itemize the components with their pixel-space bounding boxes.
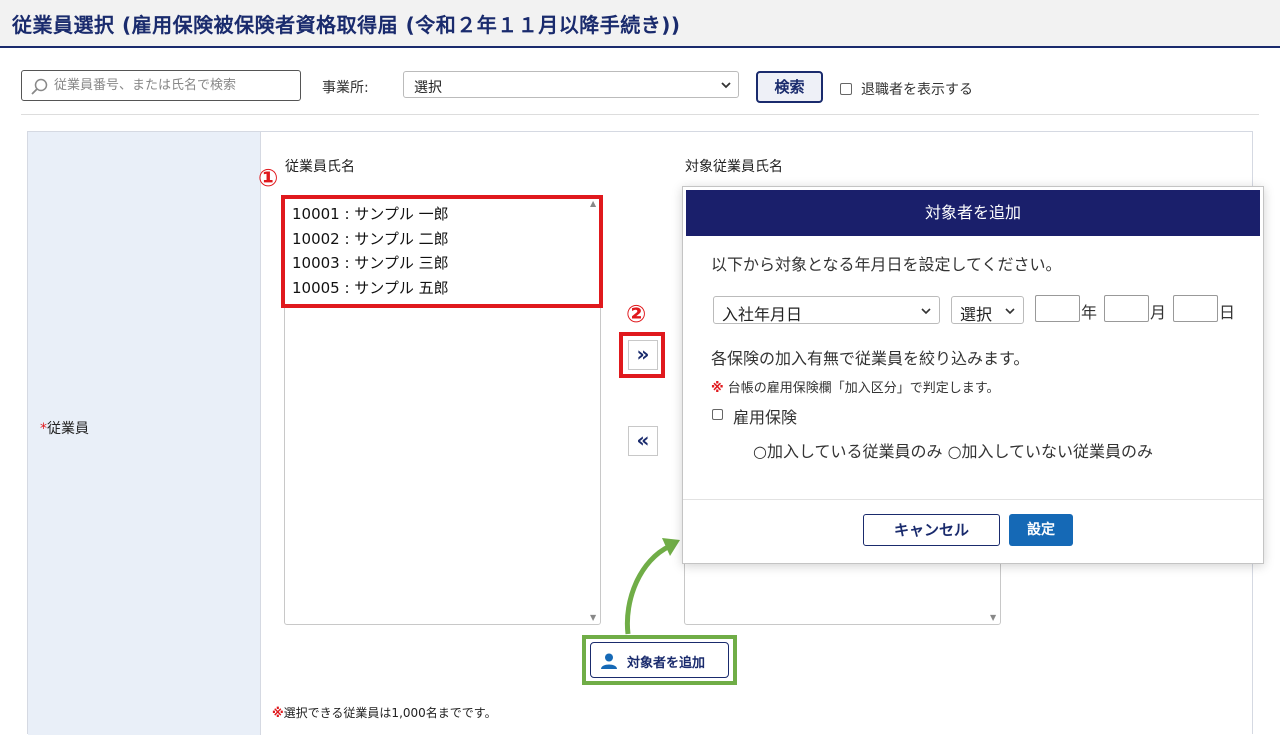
modal-title: 対象者を追加 [686, 190, 1260, 236]
add-target-button-label: 対象者を追加 [627, 656, 706, 671]
date-type-value: 入社年月日 [722, 305, 803, 324]
show-retired-checkbox[interactable] [840, 83, 852, 95]
employment-insurance-label: 雇用保険 [733, 408, 798, 427]
divider [21, 114, 1259, 115]
day-unit: 日 [1219, 303, 1236, 322]
modal-footer-divider [683, 499, 1263, 500]
target-list-header: 対象従業員氏名 [685, 159, 783, 175]
modal-note: ※ 台帳の雇用保険欄「加入区分」で判定します。 [711, 377, 999, 396]
selection-limit-note: ※選択できる従業員は1,000名までです。 [272, 704, 497, 721]
search-button[interactable]: 検索 [756, 71, 823, 103]
arrow-icon [624, 538, 680, 635]
chevron-down-icon [721, 82, 731, 89]
office-select-value: 選択 [414, 80, 442, 96]
radio-enrolled[interactable]: ○加入している従業員のみ [753, 438, 942, 462]
enrollment-radio-group: ○加入している従業員のみ ○加入していない従業員のみ [753, 438, 1153, 462]
annotation-step-2: ② [626, 300, 647, 328]
year-input[interactable] [1035, 295, 1080, 322]
month-input[interactable] [1104, 295, 1149, 322]
annotation-highlight-move-right [619, 332, 665, 378]
search-input[interactable] [52, 74, 294, 97]
employee-field-label: *従業員 [40, 418, 89, 438]
month-unit: 月 [1150, 303, 1167, 322]
page-header: 従業員選択 (雇用保険被保険者資格取得届 (令和２年１１月以降手続き)) [0, 0, 1280, 48]
day-input[interactable] [1173, 295, 1218, 322]
annotation-step-1: ① [258, 164, 279, 192]
filter-description: 各保険の加入有無で従業員を絞り込みます。 [711, 349, 1030, 368]
chevron-down-icon [921, 308, 931, 315]
employee-field-label-text: 従業員 [47, 421, 89, 437]
radio-not-enrolled[interactable]: ○加入していない従業員のみ [948, 438, 1153, 462]
employee-list-header: 従業員氏名 [285, 159, 355, 175]
set-button[interactable]: 設定 [1009, 514, 1073, 546]
modal-note-mark: ※ [711, 381, 724, 396]
year-unit: 年 [1081, 303, 1098, 322]
search-icon [31, 78, 48, 95]
employment-insurance-checkbox[interactable] [712, 409, 723, 420]
note-mark: ※ [272, 706, 284, 720]
office-select[interactable]: 選択 [403, 71, 739, 98]
office-label: 事業所: [322, 80, 369, 96]
show-retired-label: 退職者を表示する [861, 82, 973, 98]
required-mark: * [40, 421, 47, 437]
era-select[interactable]: 選択 [951, 296, 1024, 324]
cancel-button[interactable]: キャンセル [863, 514, 1000, 546]
date-type-select[interactable]: 入社年月日 [713, 296, 940, 324]
note-text: 選択できる従業員は1,000名までです。 [283, 706, 497, 720]
page-title: 従業員選択 (雇用保険被保険者資格取得届 (令和２年１１月以降手続き)) [12, 13, 681, 37]
field-label-column: *従業員 [28, 132, 261, 735]
era-select-value: 選択 [960, 305, 993, 324]
scroll-down-arrow[interactable]: ▼ [590, 613, 596, 622]
modal-note-text: 台帳の雇用保険欄「加入区分」で判定します。 [723, 381, 1000, 396]
move-left-button[interactable]: « [628, 426, 658, 456]
annotation-highlight-employees [281, 195, 603, 308]
add-target-modal: 対象者を追加 以下から対象となる年月日を設定してください。 入社年月日 選択 年… [682, 186, 1264, 564]
chevron-down-icon [1005, 308, 1015, 315]
scroll-down-arrow[interactable]: ▼ [990, 613, 996, 622]
modal-instruction: 以下から対象となる年月日を設定してください。 [711, 255, 1062, 274]
search-box[interactable] [21, 70, 301, 101]
add-target-button[interactable]: 対象者を追加 [590, 642, 729, 678]
user-icon [601, 653, 617, 669]
